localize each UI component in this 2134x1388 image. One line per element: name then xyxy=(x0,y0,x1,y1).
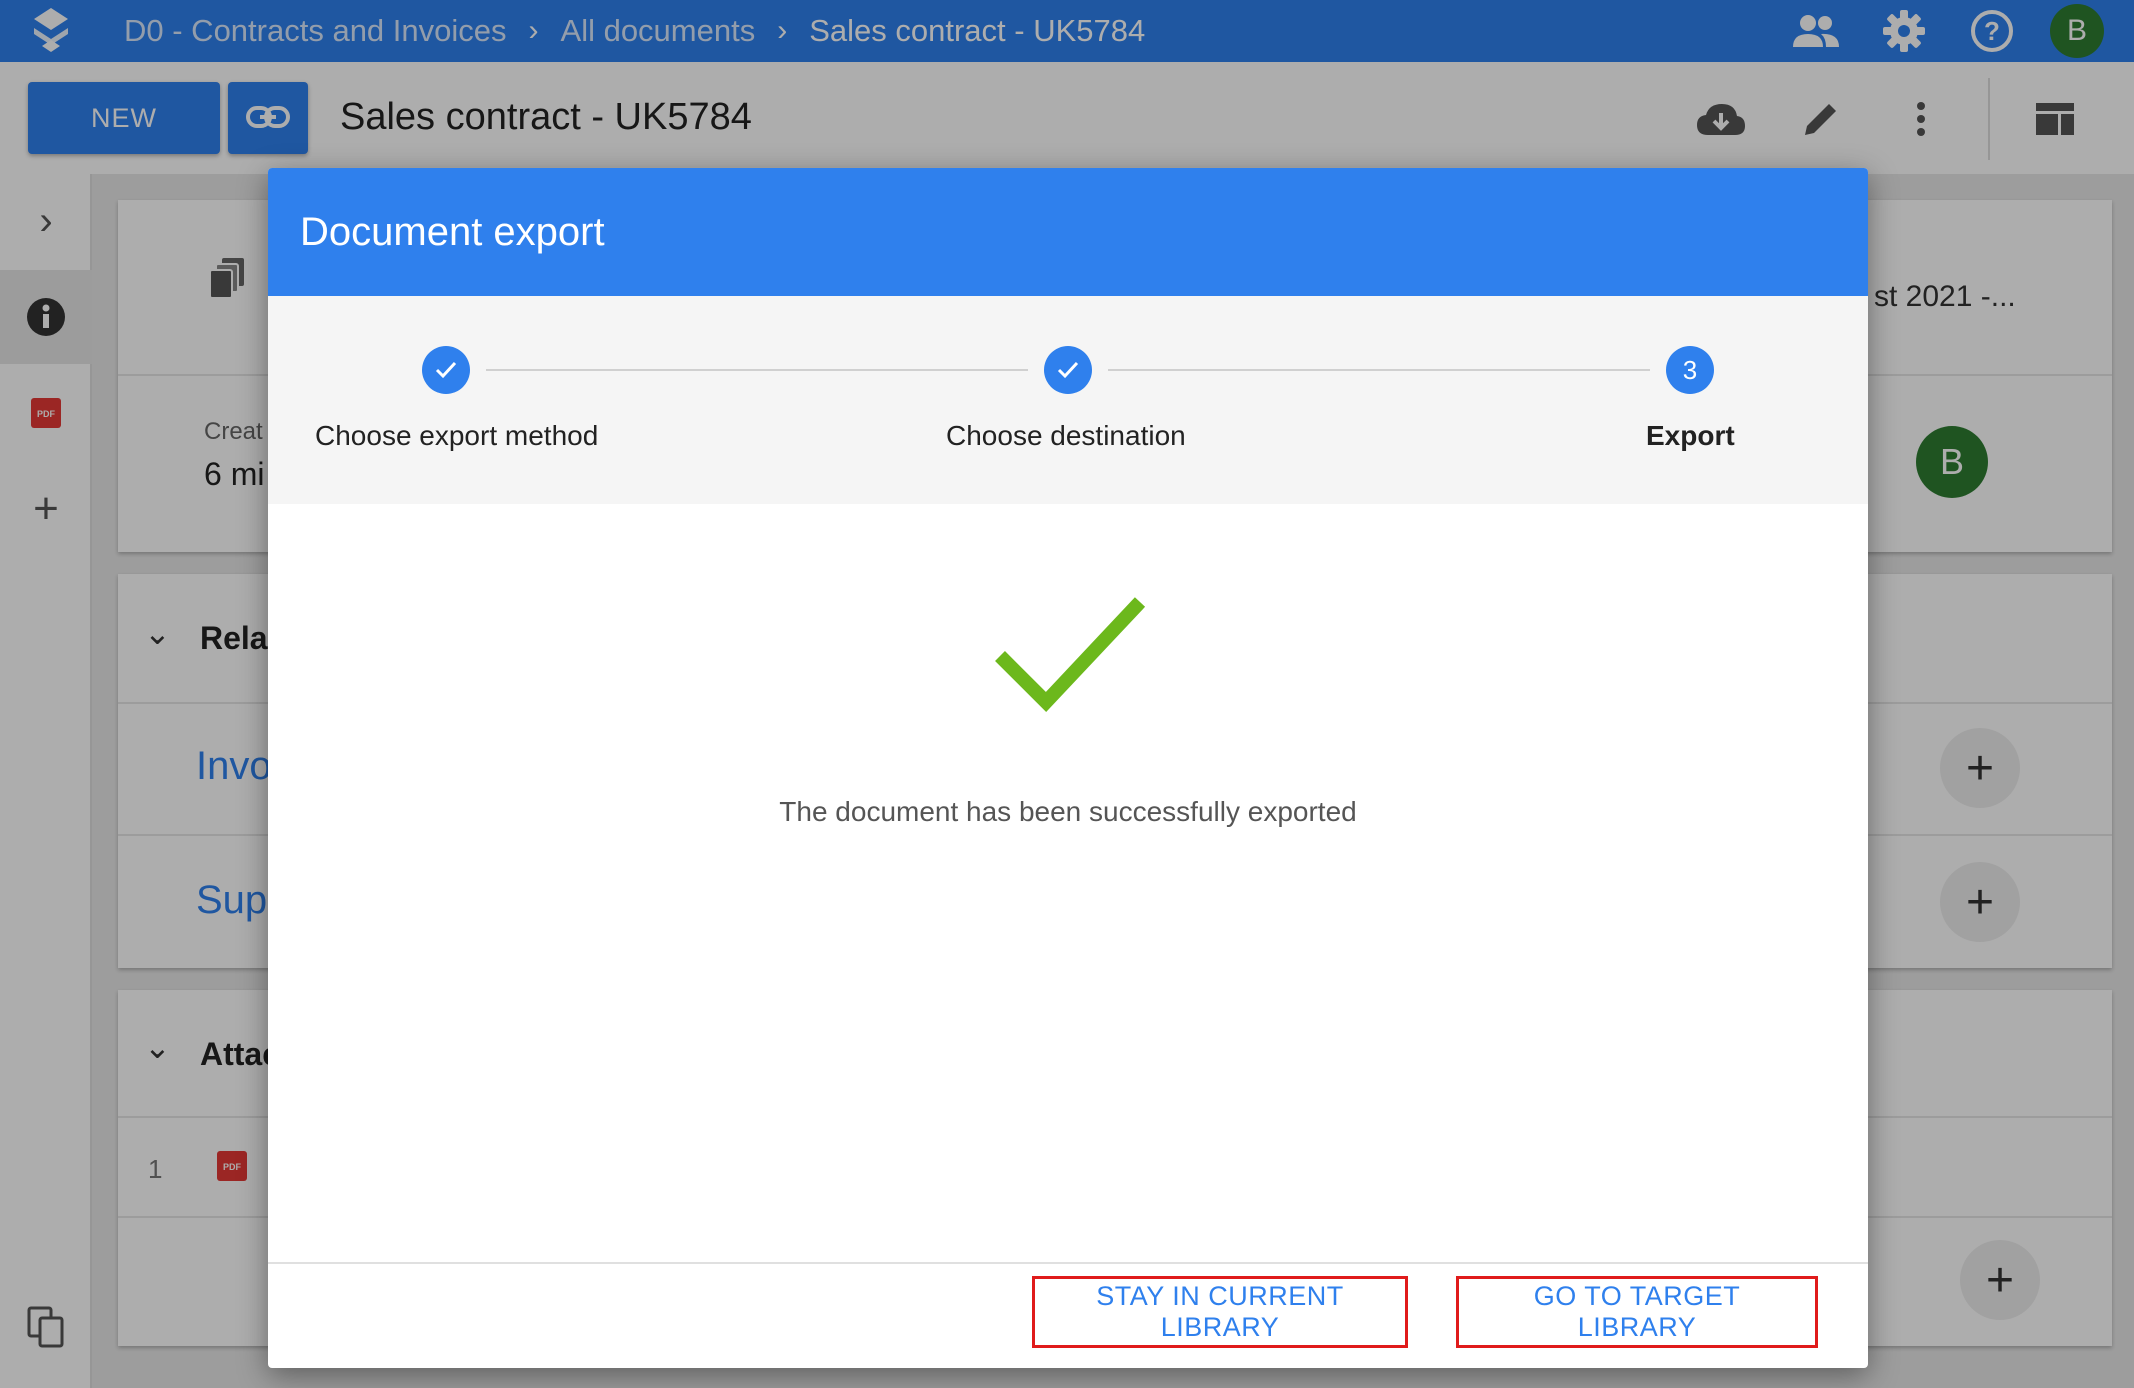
dialog-header: Document export xyxy=(268,168,1868,296)
step-3-label: Export xyxy=(1646,420,1735,451)
success-check-icon xyxy=(992,594,1148,724)
export-stepper: 3 Choose export method Choose destinatio… xyxy=(268,296,1868,504)
dialog-footer: STAY IN CURRENT LIBRARY GO TO TARGET LIB… xyxy=(268,1262,1868,1368)
step-1-label: Choose export method xyxy=(315,420,599,451)
dialog-body: The document has been successfully expor… xyxy=(268,504,1868,1262)
step-2-label: Choose destination xyxy=(946,420,1186,451)
step-2-check-icon xyxy=(1044,346,1092,394)
dialog-title: Document export xyxy=(300,209,605,254)
step-3-number: 3 xyxy=(1666,346,1714,394)
step-1-check-icon xyxy=(422,346,470,394)
step-connector xyxy=(486,369,1028,371)
go-to-target-library-button[interactable]: GO TO TARGET LIBRARY xyxy=(1456,1276,1818,1348)
stay-in-current-library-button[interactable]: STAY IN CURRENT LIBRARY xyxy=(1032,1276,1408,1348)
step-connector xyxy=(1108,369,1650,371)
success-message: The document has been successfully expor… xyxy=(779,796,1357,827)
document-export-dialog: Document export 3 Choose export method C… xyxy=(268,168,1868,1368)
